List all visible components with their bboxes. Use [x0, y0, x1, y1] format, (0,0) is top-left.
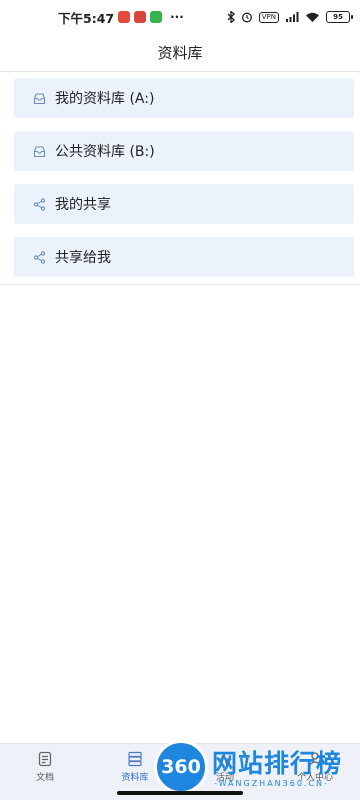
share-icon — [32, 250, 46, 264]
bluetooth-icon — [227, 11, 235, 23]
divider — [0, 284, 360, 285]
activity-icon — [218, 751, 232, 767]
clock: 下午5:47 — [58, 10, 115, 26]
signal-icon — [286, 12, 299, 22]
header: 资料库 — [0, 34, 360, 72]
list-item-shared-with-me[interactable]: 共享给我 — [14, 237, 354, 277]
battery-icon: 95 — [326, 11, 353, 23]
nav-tab-documents[interactable]: 文档 — [0, 751, 90, 783]
library-icon — [128, 751, 142, 767]
nav-tab-activity[interactable]: 活动 — [180, 751, 270, 783]
list-item-label: 我的资料库 (A:) — [55, 91, 155, 107]
list-item-label: 共享给我 — [55, 250, 111, 266]
list-item-label: 我的共享 — [55, 197, 111, 213]
list-item-my-library[interactable]: 我的资料库 (A:) — [14, 78, 354, 118]
more-notifications-icon: ··· — [170, 10, 184, 24]
home-indicator[interactable] — [117, 791, 243, 795]
alarm-icon — [241, 12, 252, 23]
app-notification-icon — [134, 11, 147, 23]
nav-label: 活动 — [215, 773, 234, 783]
nav-label: 资料库 — [121, 773, 149, 783]
list-item-my-shares[interactable]: 我的共享 — [14, 184, 354, 224]
document-icon — [38, 751, 52, 767]
share-icon — [32, 197, 46, 211]
nav-tab-profile[interactable]: 个人中心 — [270, 751, 360, 783]
library-icon — [32, 91, 46, 105]
list-item-public-library[interactable]: 公共资料库 (B:) — [14, 131, 354, 171]
app-notification-icon — [118, 11, 131, 23]
wifi-icon — [306, 12, 319, 22]
library-list: 我的资料库 (A:) 公共资料库 (B:) 我的共享 共享给我 — [0, 72, 360, 290]
nav-tab-library[interactable]: 资料库 — [90, 751, 180, 783]
person-icon — [308, 752, 322, 766]
nav-label: 个人中心 — [296, 773, 333, 783]
status-bar-right: VPN 95 — [227, 11, 353, 23]
status-bar: 下午5:47 ··· VPN 95 — [0, 0, 360, 34]
app-notification-icon — [150, 11, 163, 23]
vpn-icon: VPN — [258, 11, 279, 23]
library-icon — [32, 144, 46, 158]
list-item-label: 公共资料库 (B:) — [55, 144, 155, 160]
page-title: 资料库 — [157, 44, 203, 62]
status-bar-left: 下午5:47 ··· — [58, 8, 184, 27]
nav-label: 文档 — [35, 773, 54, 783]
